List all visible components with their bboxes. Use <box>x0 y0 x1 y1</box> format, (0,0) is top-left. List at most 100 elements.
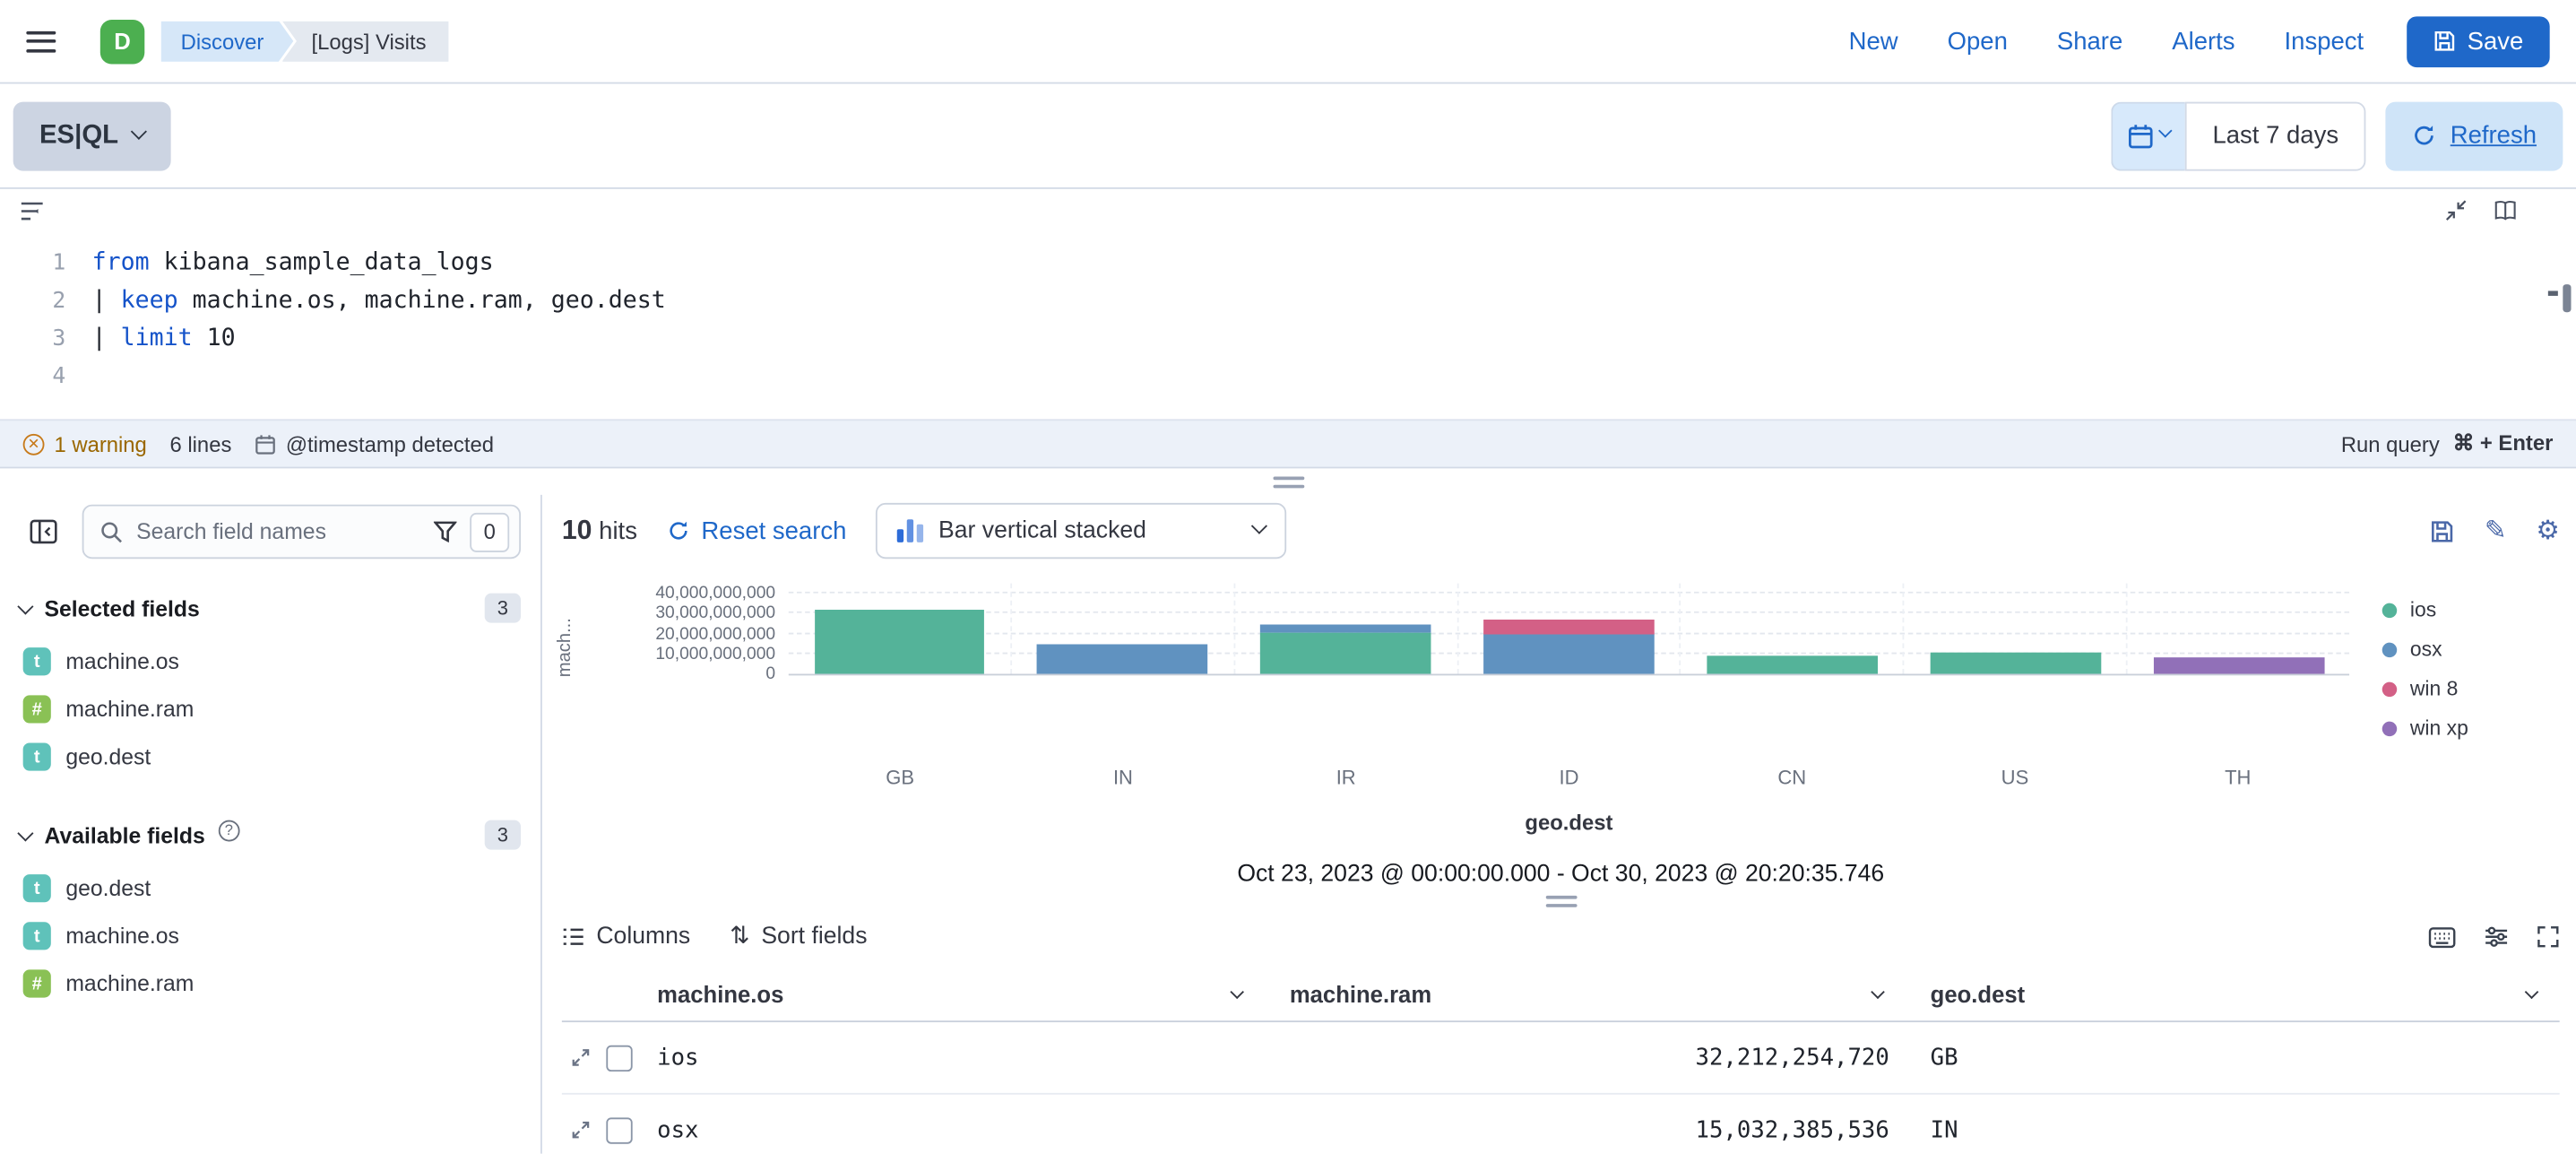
bar-segment-ios[interactable] <box>1260 632 1431 674</box>
nav-open[interactable]: Open <box>1948 27 2008 55</box>
legend-dot <box>2382 720 2398 736</box>
chevron-down-icon <box>1871 984 1885 999</box>
word-wrap-icon[interactable] <box>20 200 44 221</box>
bar-segment-ios[interactable] <box>1707 655 1878 674</box>
cell-geo-dest[interactable]: IN <box>1906 1116 2559 1142</box>
cell-machine-os[interactable]: ios <box>641 1045 1266 1071</box>
fields-sidebar: Search field names 0 Selected fields 3 t… <box>0 494 542 1154</box>
run-query-label[interactable]: Run query <box>2341 431 2440 456</box>
editor-code-area[interactable]: 1 from kibana_sample_data_logs 2 | keep … <box>0 231 2576 419</box>
sort-fields-button[interactable]: ⇅ Sort fields <box>730 924 867 950</box>
bar-segment-win-8[interactable] <box>1483 619 1655 635</box>
save-visualization-button[interactable] <box>2430 518 2454 542</box>
collapse-sidebar-button[interactable] <box>20 508 65 554</box>
chart-type-select[interactable]: Bar vertical stacked <box>876 502 1287 560</box>
code-line: 1 from kibana_sample_data_logs <box>52 249 494 276</box>
string-field-icon: t <box>22 647 51 676</box>
bar-segment-ios[interactable] <box>814 609 985 674</box>
nav-inspect[interactable]: Inspect <box>2285 27 2364 55</box>
string-field-icon: t <box>22 874 51 903</box>
chevron-down-icon <box>2524 984 2539 999</box>
cell-machine-os[interactable]: osx <box>641 1116 1266 1142</box>
editor-resize-row <box>0 468 2576 495</box>
expand-row-icon[interactable] <box>570 1047 592 1069</box>
field-search-input[interactable]: Search field names 0 <box>82 504 522 560</box>
editor-footer: ✕ 1 warning 6 lines @timestamp detected … <box>0 419 2576 467</box>
run-query-shortcut: ⌘ + Enter <box>2452 430 2554 456</box>
chart-options-button[interactable]: ⚙ <box>2536 515 2559 548</box>
edit-visualization-button[interactable]: ✎ <box>2485 515 2507 548</box>
field-item[interactable]: t machine.os <box>20 638 521 685</box>
column-header-geo-dest[interactable]: geo.dest <box>1906 980 2559 1007</box>
field-item[interactable]: t geo.dest <box>20 864 521 912</box>
keyboard-shortcuts-button[interactable] <box>2428 926 2456 948</box>
bar-segment-osx[interactable] <box>1260 623 1431 633</box>
columns-button[interactable]: Columns <box>562 924 690 950</box>
nav-new[interactable]: New <box>1849 27 1898 55</box>
column-header-machine-ram[interactable]: machine.ram <box>1265 980 1906 1007</box>
filter-icon[interactable] <box>433 521 457 542</box>
field-item[interactable]: # machine.ram <box>20 685 521 733</box>
fullscreen-button[interactable] <box>2537 925 2560 949</box>
results-table: machine.os machine.ram geo.dest ios 32,2… <box>561 967 2560 1154</box>
legend-item[interactable]: win 8 <box>2382 677 2560 700</box>
refresh-button[interactable]: Refresh <box>2386 100 2563 170</box>
column-header-machine-os[interactable]: machine.os <box>641 980 1266 1007</box>
space-avatar[interactable]: D <box>99 19 145 64</box>
shrink-editor-icon[interactable] <box>2444 199 2468 222</box>
chart-category-slot <box>1458 583 1681 674</box>
help-icon[interactable]: ? <box>218 819 240 841</box>
field-item[interactable]: t machine.os <box>20 912 521 959</box>
y-axis-title: mach... <box>555 618 575 678</box>
line-count: 6 lines <box>169 431 232 456</box>
menu-icon[interactable] <box>26 30 56 52</box>
legend-item[interactable]: osx <box>2382 638 2560 661</box>
string-field-icon: t <box>22 742 51 771</box>
chevron-down-icon <box>17 597 34 614</box>
field-filter-count[interactable]: 0 <box>470 511 510 551</box>
documentation-icon[interactable] <box>2494 199 2517 222</box>
number-field-icon: # <box>22 969 51 998</box>
bar-segment-osx[interactable] <box>1037 643 1208 674</box>
time-range-display[interactable]: Last 7 days <box>2184 100 2367 170</box>
bar-segment-win-xp[interactable] <box>2153 657 2324 674</box>
pencil-icon: ✎ <box>2484 517 2507 546</box>
selected-fields-header[interactable]: Selected fields 3 <box>17 593 522 623</box>
resize-handle[interactable] <box>1272 475 1304 488</box>
calendar-icon <box>2127 123 2153 149</box>
available-fields-header[interactable]: Available fields ? 3 <box>17 819 522 850</box>
nav-share[interactable]: Share <box>2057 27 2122 55</box>
nav-alerts[interactable]: Alerts <box>2172 27 2235 55</box>
row-checkbox[interactable] <box>606 1044 633 1072</box>
bar-segment-osx[interactable] <box>1483 634 1655 674</box>
breadcrumb-discover[interactable]: Discover <box>161 21 294 62</box>
save-button[interactable]: Save <box>2406 15 2550 67</box>
chart-plot-slots <box>789 583 2349 674</box>
legend-item[interactable]: ios <box>2382 598 2560 621</box>
field-item[interactable]: # machine.ram <box>20 959 521 1007</box>
bar-segment-ios[interactable] <box>1930 652 2101 674</box>
chevron-down-icon <box>17 824 34 841</box>
display-options-button[interactable] <box>2484 925 2508 949</box>
date-quick-select-button[interactable] <box>2110 100 2185 170</box>
cell-geo-dest[interactable]: GB <box>1906 1045 2559 1071</box>
expand-row-icon[interactable] <box>570 1119 592 1141</box>
warning-indicator[interactable]: ✕ 1 warning <box>22 431 147 456</box>
x-axis-title: geo.dest <box>1525 810 1613 836</box>
columns-icon <box>562 927 585 947</box>
cell-machine-ram[interactable]: 15,032,385,536 <box>1265 1116 1906 1142</box>
selected-fields-count: 3 <box>484 593 522 623</box>
chart-plot-area[interactable] <box>788 583 2350 676</box>
resize-handle[interactable] <box>1544 895 1577 907</box>
data-grid-toolbar: Columns ⇅ Sort fields <box>562 914 2560 959</box>
editor-scrollbar[interactable] <box>2563 284 2572 313</box>
legend-item[interactable]: win xp <box>2382 716 2560 740</box>
row-checkbox[interactable] <box>606 1116 633 1143</box>
hits-toolbar: 10 hits Reset search Bar vertical stacke… <box>562 502 2560 560</box>
field-item[interactable]: t geo.dest <box>20 733 521 780</box>
esql-menu-button[interactable]: ES|QL <box>13 100 171 170</box>
table-row: ios 32,212,254,720 GB <box>561 1022 2560 1095</box>
reset-search-button[interactable]: Reset search <box>667 516 846 545</box>
cell-machine-ram[interactable]: 32,212,254,720 <box>1265 1045 1906 1071</box>
available-fields-count: 3 <box>484 820 522 850</box>
